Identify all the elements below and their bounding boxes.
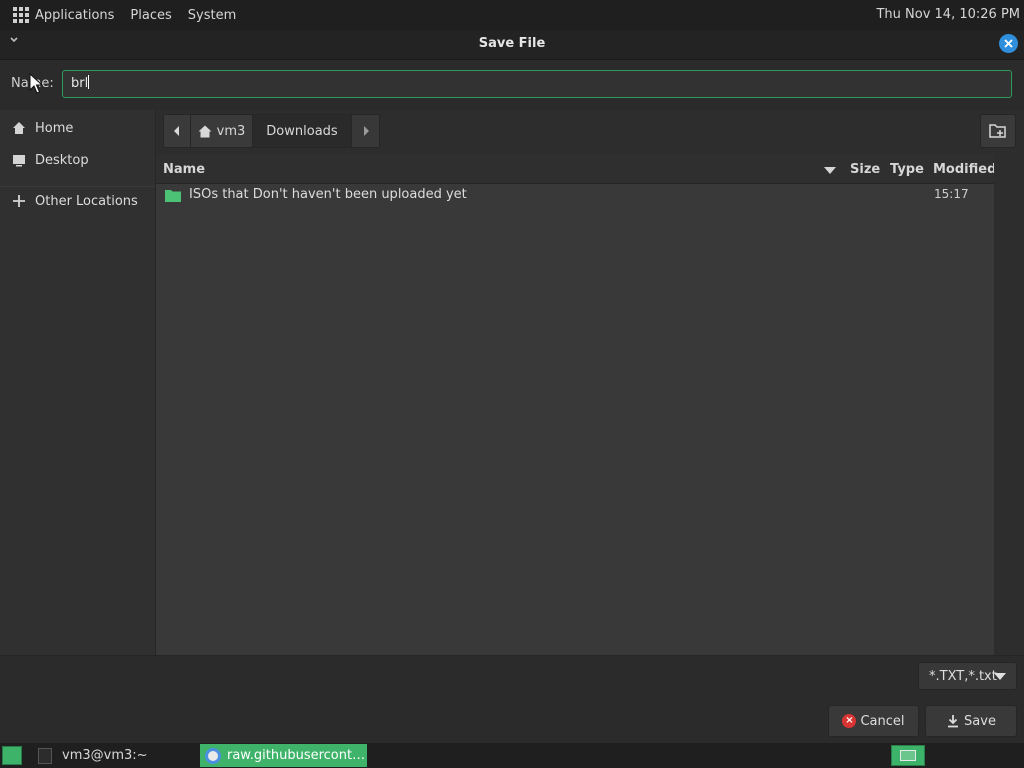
sidebar-item-label: Desktop [35,152,89,168]
sidebar-item-desktop[interactable]: Desktop [0,146,155,174]
cancel-button-label: Cancel [860,713,905,729]
chevron-down-icon [994,673,1006,680]
column-type[interactable]: Type [890,162,924,177]
sidebar-item-other-locations[interactable]: Other Locations [0,187,155,215]
save-button[interactable]: Save [925,705,1017,737]
sidebar-item-label: Home [35,120,74,136]
taskbar-item-browser[interactable]: raw.githubusercont… [200,744,367,767]
file-name: ISOs that Don't haven't been uploaded ye… [189,187,467,202]
download-icon [946,714,960,728]
workspace-switcher[interactable] [891,745,925,766]
path-bar: vm3 Downloads [163,114,380,148]
file-list[interactable]: ISOs that Don't haven't been uploaded ye… [156,184,994,655]
name-row: Name: brl [0,60,1024,110]
terminal-icon [38,747,52,764]
sidebar-item-home[interactable]: Home [0,114,155,142]
file-row[interactable]: ISOs that Don't haven't been uploaded ye… [156,184,994,208]
home-icon [198,125,212,138]
taskbar: vm3@vm3:~ raw.githubusercont… [0,743,1024,768]
path-segment-label: vm3 [216,123,246,139]
file-name-input[interactable]: brl [62,70,1012,98]
filter-value: *.TXT,*.txt [929,668,997,684]
file-name-value: brl [71,76,89,91]
path-back-arrow-icon[interactable] [163,114,191,148]
path-segment-downloads[interactable]: Downloads [253,114,352,148]
dialog-title: Save File [478,36,546,51]
places-sidebar: Home Desktop Other Locations [0,110,156,655]
sort-descending-icon[interactable] [824,167,836,174]
mouse-pointer-icon [29,73,43,94]
path-segment-vm3[interactable]: vm3 [191,114,253,148]
cancel-icon: × [842,714,857,728]
plus-icon [11,193,27,209]
top-panel: Applications Places System Thu Nov 14, 1… [0,0,1024,30]
menu-places[interactable]: Places [130,8,171,23]
clock[interactable]: Thu Nov 14, 10:26 PM [876,7,1020,22]
cancel-button[interactable]: × Cancel [828,705,919,737]
workspace-icon [900,750,916,761]
path-segment-label: Downloads [266,123,338,139]
show-desktop-button[interactable] [2,746,22,765]
column-modified[interactable]: Modified [933,162,996,177]
applications-grid-icon[interactable] [13,7,29,23]
column-size[interactable]: Size [850,162,880,177]
save-file-dialog: Save File Name: brl Home Desktop Other L… [0,30,1024,743]
save-button-label: Save [964,713,996,729]
dialog-titlebar: Save File [0,30,1024,60]
new-folder-button[interactable] [980,114,1016,148]
scrollbar-track[interactable] [994,154,1024,655]
new-folder-icon [989,123,1007,139]
column-name[interactable]: Name [163,162,205,177]
file-type-filter-dropdown[interactable]: *.TXT,*.txt [918,662,1017,690]
menu-system[interactable]: System [188,8,236,23]
file-modified: 15:17 [934,187,969,201]
file-list-header: Name Size Type Modified [156,154,996,184]
taskbar-item-label: vm3@vm3:~ [62,748,148,763]
text-caret [88,75,90,89]
taskbar-item-terminal[interactable]: vm3@vm3:~ [34,744,194,767]
folder-icon [165,189,181,202]
menu-applications[interactable]: Applications [35,8,114,23]
chrome-icon [205,747,221,764]
home-icon [11,120,27,136]
sidebar-item-label: Other Locations [35,193,138,209]
path-forward-arrow-icon[interactable] [352,114,380,148]
close-icon[interactable] [999,34,1018,53]
taskbar-item-label: raw.githubusercont… [227,748,366,763]
desktop-icon [11,152,27,168]
